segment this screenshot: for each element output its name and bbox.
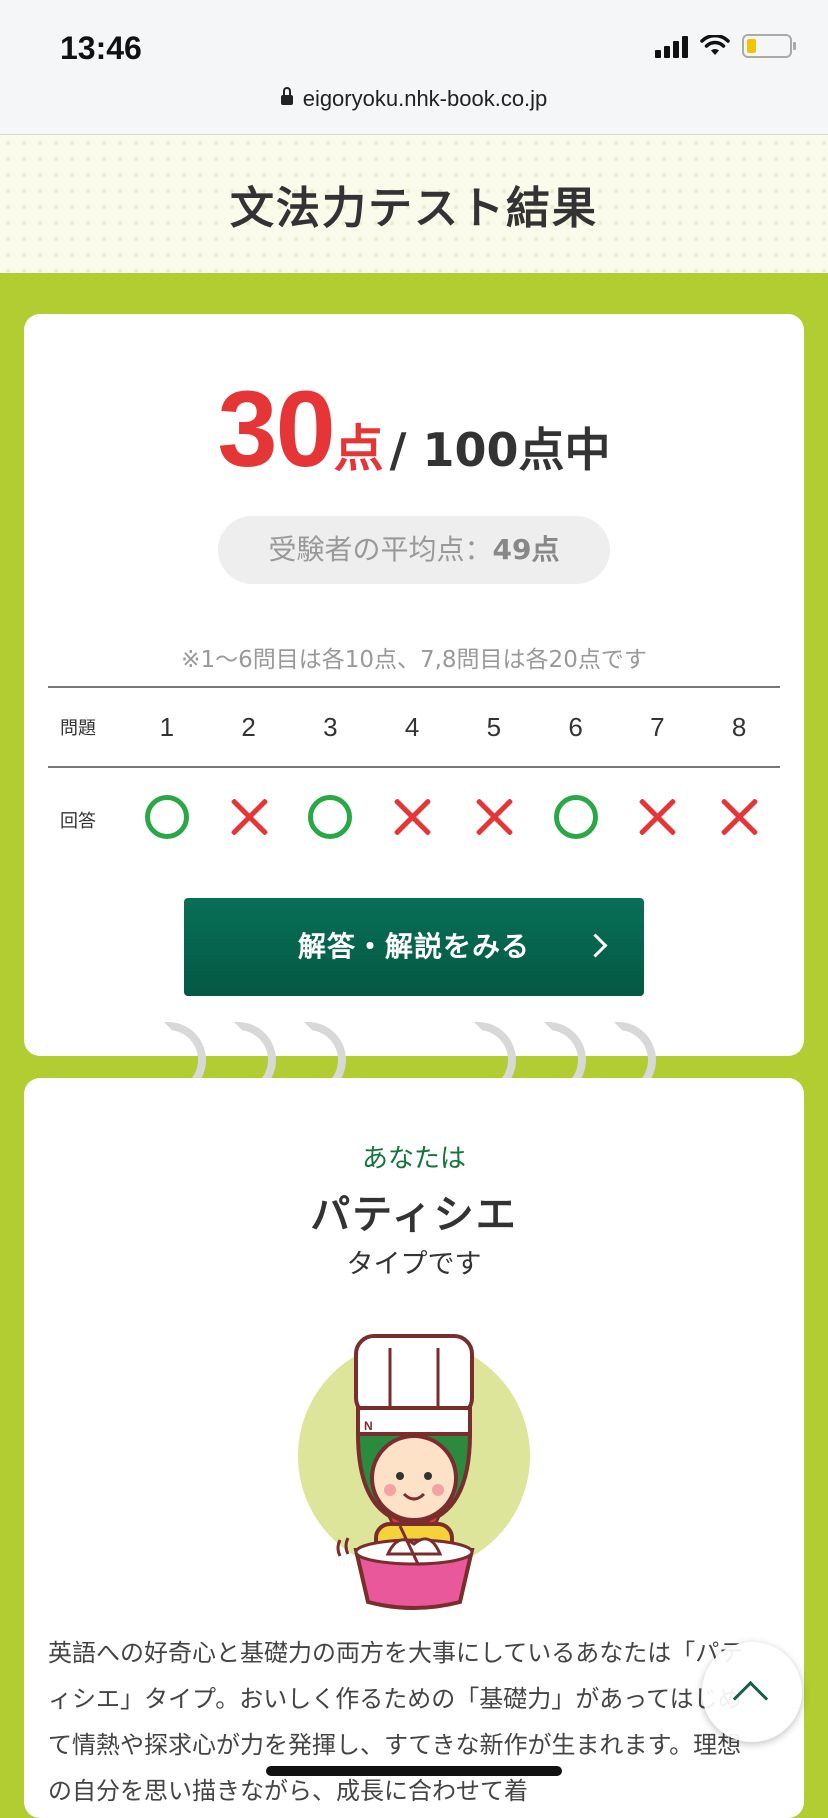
lock-icon [280,87,293,105]
answer-row-label: 回答 [60,811,96,832]
answer-cell [208,795,290,846]
status-icons [655,34,796,58]
cross-mark-icon [472,795,516,839]
answer-cell [453,795,535,846]
results-table: 問題 1 2 3 4 5 6 7 8 回答 [48,686,780,872]
view-answers-label: 解答・解説をみる [297,930,530,963]
wifi-icon [700,35,730,55]
cross-mark-icon [717,795,761,839]
score-display: 30点/ 100点中 [24,366,804,491]
question-number: 3 [323,711,338,742]
signal-icon [655,34,688,58]
battery-icon [742,34,796,58]
answer-cell [535,794,617,846]
home-indicator [266,1766,562,1776]
score-total: / 100点中 [389,423,611,477]
type-description: 英語への好奇心と基礎力の両方を大事にしているあなたは「パティシエ」タイプ。おいし… [48,1639,744,1805]
scoring-note: ※1〜6問目は各10点、7,8問目は各20点です [181,647,647,673]
status-time: 13:46 [60,30,142,66]
answer-cell [698,795,780,846]
average-value: 49点 [492,533,560,566]
average-score-badge: 受験者の平均点：49点 [218,516,610,584]
question-number: 2 [241,711,256,742]
cross-mark-icon [635,795,679,839]
answer-cell [371,795,453,846]
question-number: 4 [404,711,420,742]
type-tail: タイプです [346,1249,482,1280]
type-result-card: あなたは パティシエ タイプです N 英語への好奇心と基礎力の両方を大事にしてい… [24,1078,804,1818]
cross-mark-icon [227,795,271,839]
question-number: 6 [568,711,583,742]
scroll-to-top-button[interactable] [702,1642,802,1742]
score-card: 30点/ 100点中 受験者の平均点：49点 ※1〜6問目は各10点、7,8問目… [24,314,804,1056]
question-row: 問題 1 2 3 4 5 6 7 8 [48,686,780,768]
circle-mark-icon [553,794,598,839]
address-bar[interactable]: eigoryoku.nhk-book.co.jp [0,86,828,112]
answer-cell [126,794,208,846]
answer-row: 回答 [48,768,780,872]
question-number: 7 [650,711,665,742]
answer-cell [617,795,699,846]
url-text: eigoryoku.nhk-book.co.jp [302,86,548,111]
question-number: 8 [731,711,747,742]
score-unit: 点 [333,420,384,478]
view-answers-button[interactable]: 解答・解説をみる [184,898,644,996]
cross-mark-icon [390,795,434,839]
question-row-label: 問題 [60,718,96,739]
question-number: 1 [159,711,175,742]
svg-text:N: N [364,1419,373,1433]
chevron-up-icon [732,1680,769,1717]
type-lead: あなたは [361,1144,466,1174]
answer-cell [290,794,372,846]
type-name: パティシエ [310,1192,518,1238]
page-title: 文法力テスト結果 [230,183,598,234]
circle-mark-icon [308,794,353,839]
score-value: 30 [217,368,336,489]
chevron-right-icon [583,933,608,958]
page-header: 文法力テスト結果 [0,135,828,273]
patissier-illustration: N [298,1334,530,1610]
average-label: 受験者の平均点： [268,533,493,566]
browser-chrome: 13:46 eigoryoku.nhk-book.co.jp [0,0,828,135]
circle-mark-icon [144,794,189,839]
question-number: 5 [486,711,502,742]
